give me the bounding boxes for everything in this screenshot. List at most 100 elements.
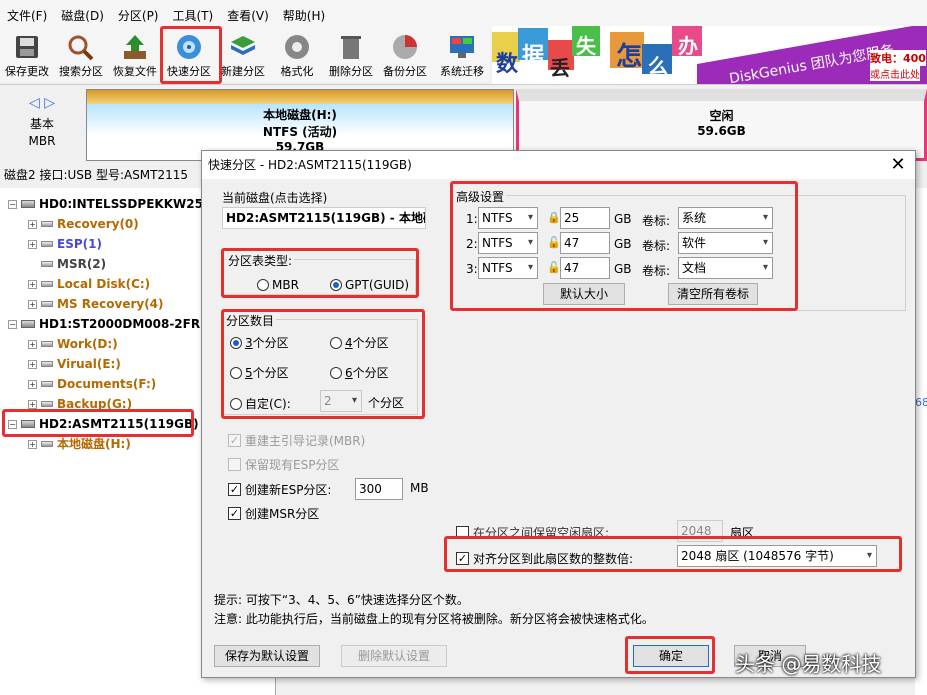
expand-icon[interactable]: + <box>28 379 37 389</box>
partition-icon <box>41 361 53 367</box>
partition-icon <box>41 241 53 247</box>
tree-disk-hd0[interactable]: − HD0:INTELSSDPEKKW256 <box>8 194 211 214</box>
menu-file[interactable]: 文件(F) <box>0 7 54 24</box>
esp-size-input[interactable]: 300 <box>355 478 403 500</box>
warning-text: 注意: 此功能执行后，当前磁盘上的现有分区将被删除。新分区将会被快速格式化。 <box>214 612 654 626</box>
expand-icon[interactable]: + <box>28 219 37 229</box>
system-migrate-icon <box>450 36 474 58</box>
dialog-title: 快速分区 - HD2:ASMT2115(119GB) <box>202 151 915 179</box>
menu-view[interactable]: 查看(V) <box>220 7 276 24</box>
partition-icon <box>41 261 53 267</box>
quick-partition-dialog: 快速分区 - HD2:ASMT2115(119GB) ✕ 当前磁盘(点击选择) … <box>201 150 916 678</box>
current-disk-label: 当前磁盘(点击选择) <box>222 191 328 205</box>
partition-icon <box>41 341 53 347</box>
free-size: 59.6GB <box>697 124 746 138</box>
expand-icon[interactable]: + <box>28 299 37 309</box>
disk-icon <box>21 320 35 328</box>
ad-banner[interactable]: 数 据 丢 失 怎 么 办 DiskGenius 团队为您服务 致电：400 或… <box>492 26 927 84</box>
expand-icon[interactable]: + <box>28 239 37 249</box>
menu-partition[interactable]: 分区(P) <box>111 7 166 24</box>
disk-basic-label: 基本 <box>29 117 54 131</box>
menu-tools[interactable]: 工具(T) <box>166 7 221 24</box>
banner-char-1: 数 <box>496 52 519 77</box>
recover-file-button[interactable]: 恢复文件 <box>108 30 162 82</box>
expand-icon[interactable]: + <box>28 339 37 349</box>
disk-icon <box>21 200 35 208</box>
esp-size-unit: MB <box>410 481 429 495</box>
backup-partition-icon <box>393 35 417 59</box>
create-esp-checkbox[interactable]: ✓ 创建新ESP分区: <box>228 481 331 498</box>
save-default-button[interactable]: 保存为默认设置 <box>214 645 320 667</box>
banner-char-5: 怎 <box>616 42 643 72</box>
partition-icon <box>41 441 53 447</box>
close-icon[interactable]: ✕ <box>887 154 909 176</box>
disk-info-bar: 磁盘2 接口:USB 型号:ASMT2115 <box>0 164 205 186</box>
partition-icon <box>41 281 53 287</box>
recover-file-icon <box>124 35 146 59</box>
banner-char-2: 据 <box>522 44 545 69</box>
new-partition-button[interactable]: 新建分区 <box>216 30 270 82</box>
tree-partition[interactable]: + Work(D:) <box>28 334 118 354</box>
tree-partition[interactable]: + Virual(E:) <box>28 354 121 374</box>
expand-icon[interactable]: + <box>28 279 37 289</box>
disk-type-indicator: ◁ ▷ 基本 MBR <box>0 85 84 165</box>
tree-partition[interactable]: + MS Recovery(4) <box>28 294 164 314</box>
tree-disk-hd1[interactable]: − HD1:ST2000DM008-2FR10 <box>8 314 217 334</box>
tree-partition[interactable]: + Recovery(0) <box>28 214 139 234</box>
right-panel: 68 <box>915 188 927 695</box>
current-disk-field[interactable]: HD2:ASMT2115(119GB) - 本地磁盘 <box>222 207 426 229</box>
table-type-highlight <box>221 248 419 298</box>
tree-partition[interactable]: + Documents(F:) <box>28 374 156 394</box>
backup-partition-button[interactable]: 备份分区 <box>378 30 432 82</box>
partition-icon <box>41 381 53 387</box>
disk-nav-arrows-icon[interactable]: ◁ ▷ <box>0 95 84 111</box>
rebuild-mbr-checkbox[interactable]: ✓ 重建主引导记录(MBR) <box>228 432 365 449</box>
format-button[interactable]: 格式化 <box>270 30 324 82</box>
tree-partition[interactable]: MSR(2) <box>28 254 106 274</box>
partition-name: 本地磁盘(H:) <box>263 108 337 122</box>
banner-char-6: 么 <box>648 54 668 78</box>
banner-char-7: 办 <box>678 34 698 58</box>
banner-char-4: 失 <box>576 34 596 58</box>
partition-fs: NTFS (活动) <box>262 125 338 139</box>
ok-highlight <box>625 636 715 674</box>
delete-default-button[interactable]: 删除默认设置 <box>341 645 447 667</box>
menu-disk[interactable]: 磁盘(D) <box>54 7 111 24</box>
disk-mbr-label: MBR <box>28 134 56 148</box>
expand-icon[interactable]: + <box>28 439 37 449</box>
toolbar: 保存更改 搜索分区 恢复文件 快速分区 新建分区 格式化 删除分区 备份分区 系… <box>0 30 490 82</box>
right-edge-text: 68 <box>915 396 927 409</box>
partition-bar <box>87 90 513 104</box>
save-icon <box>16 36 38 58</box>
create-msr-checkbox[interactable]: ✓ 创建MSR分区 <box>228 505 319 522</box>
expand-icon[interactable]: + <box>28 399 37 409</box>
format-icon <box>285 35 309 59</box>
system-migrate-button[interactable]: 系统迁移 <box>432 30 492 82</box>
quick-partition-highlight <box>160 26 222 84</box>
collapse-icon[interactable]: − <box>8 319 17 329</box>
tree-partition[interactable]: + 本地磁盘(H:) <box>28 434 131 454</box>
collapse-icon[interactable]: − <box>8 199 17 209</box>
save-changes-button[interactable]: 保存更改 <box>0 30 54 82</box>
tree-partition[interactable]: + Local Disk(C:) <box>28 274 150 294</box>
keep-esp-checkbox[interactable]: 保留现有ESP分区 <box>228 456 339 473</box>
advanced-highlight <box>450 181 798 311</box>
new-partition-icon <box>231 36 255 55</box>
partition-count-highlight <box>221 309 425 419</box>
delete-partition-button[interactable]: 删除分区 <box>324 30 378 82</box>
hd2-highlight <box>2 409 194 437</box>
search-partition-button[interactable]: 搜索分区 <box>54 30 108 82</box>
delete-partition-icon <box>341 36 361 59</box>
partition-icon <box>41 221 53 227</box>
banner-char-3: 丢 <box>550 56 570 80</box>
align-highlight <box>444 536 902 572</box>
banner-sub: 或点击此处 <box>870 66 920 81</box>
partition-icon <box>41 401 53 407</box>
watermark: 头条 @易数科技 <box>735 652 882 676</box>
menu-help[interactable]: 帮助(H) <box>276 7 332 24</box>
tip-text: 提示: 可按下“3、4、5、6”快速选择分区个数。 <box>214 593 469 607</box>
banner-phone: 致电：400 <box>870 50 926 66</box>
tree-partition[interactable]: + ESP(1) <box>28 234 102 254</box>
expand-icon[interactable]: + <box>28 359 37 369</box>
free-label: 空闲 <box>709 109 734 123</box>
